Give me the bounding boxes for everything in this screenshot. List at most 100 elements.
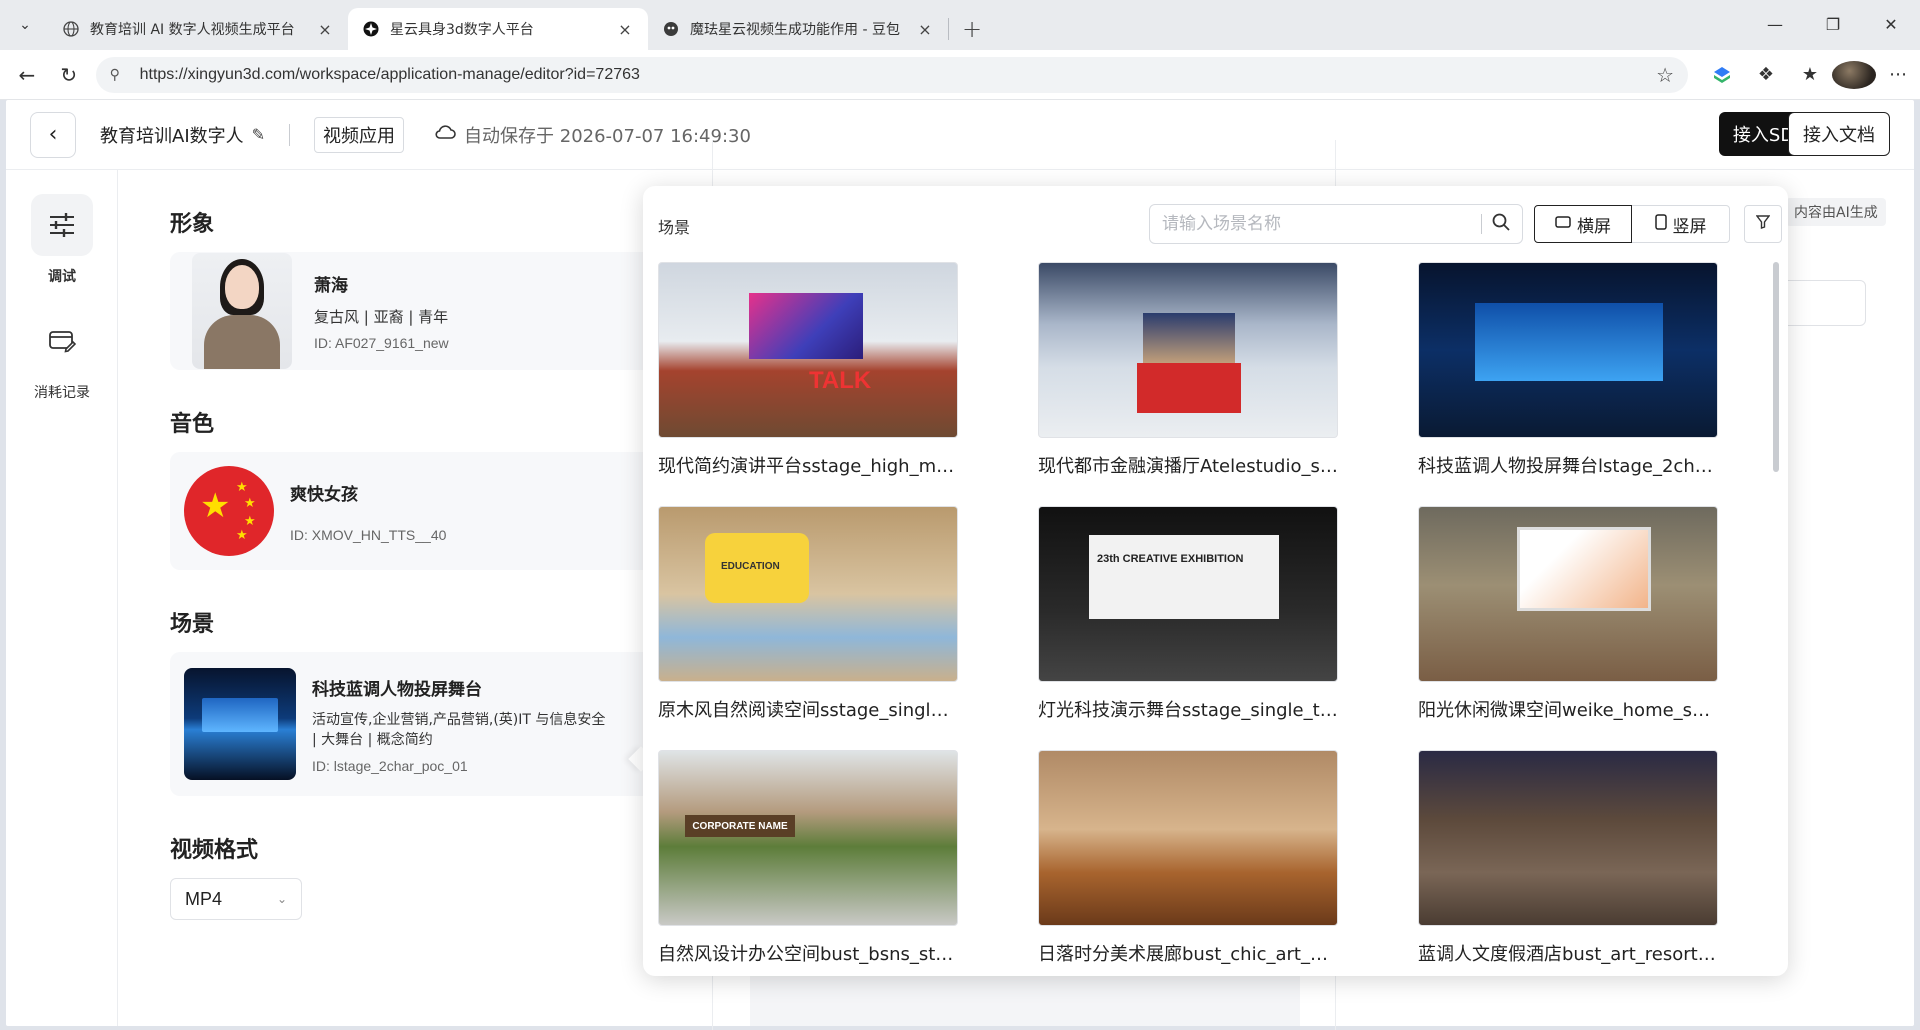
restore-icon[interactable]: ❐ bbox=[1804, 0, 1862, 48]
scene-option-image: EDUCATION bbox=[658, 506, 958, 682]
scene-name: 科技蓝调人物投屏舞台 bbox=[312, 679, 482, 700]
scene-meta: 活动宣传,企业营销,产品营销,(英)IT 与信息安全 | 大舞台 | 概念简约 bbox=[312, 711, 606, 748]
avatar-id: ID: AF027_9161_new bbox=[314, 335, 449, 351]
app-title-text: 教育培训AI数字人 bbox=[100, 125, 244, 147]
scene-option[interactable]: TALK 现代简约演讲平台sstage_high_mod... bbox=[658, 262, 958, 478]
scene-search-input[interactable] bbox=[1162, 214, 1471, 234]
scene-option-caption: 阳光休闲微课空间weike_home_sunl... bbox=[1418, 700, 1718, 721]
tab-separator bbox=[948, 18, 949, 40]
tab-title: 星云具身3d数字人平台 bbox=[390, 22, 534, 38]
scene-grid: TALK 现代简约演讲平台sstage_high_mod... 现代都市金融演播… bbox=[658, 262, 1768, 976]
close-icon[interactable]: × bbox=[316, 20, 334, 39]
back-nav-button[interactable]: ← bbox=[6, 56, 48, 94]
scene-option[interactable]: 阳光休闲微课空间weike_home_sunl... bbox=[1418, 506, 1718, 722]
scene-option-caption: 原木风自然阅读空间sstage_single_... bbox=[658, 700, 958, 721]
close-icon[interactable]: × bbox=[916, 20, 934, 39]
extension-copilot-icon[interactable] bbox=[1700, 66, 1744, 84]
more-icon[interactable]: ⋯ bbox=[1876, 64, 1920, 85]
section-title-voice: 音色 bbox=[170, 412, 215, 437]
ai-generated-chip: 内容由AI生成 bbox=[1786, 198, 1886, 226]
scene-option-caption: 自然风设计办公空间bust_bsns_stud... bbox=[658, 944, 958, 965]
url-text: https://xingyun3d.com/workspace/applicat… bbox=[139, 65, 640, 83]
scene-id: ID: lstage_2char_poc_01 bbox=[312, 757, 468, 774]
new-tab-button[interactable]: + bbox=[955, 12, 989, 46]
nav-item-usage[interactable]: 消耗记录 bbox=[6, 310, 118, 402]
search-icon[interactable] bbox=[1492, 213, 1522, 235]
scene-picker-popover: 场景 横屏 竖屏 TALK 现代简约 bbox=[643, 186, 1788, 976]
video-format-value: MP4 bbox=[185, 888, 223, 909]
avatar-name: 萧海 bbox=[314, 276, 348, 296]
scene-option[interactable]: EDUCATION 原木风自然阅读空间sstage_single_... bbox=[658, 506, 958, 722]
tab-title: 教育培训 AI 数字人视频生成平台 bbox=[90, 22, 295, 38]
site-info-icon[interactable]: ⚲ bbox=[110, 67, 130, 83]
favorites-icon[interactable]: ★ bbox=[1788, 64, 1832, 85]
avatar-meta: 复古风 | 亚裔 | 青年 bbox=[314, 308, 449, 326]
scene-option-image bbox=[1038, 750, 1338, 926]
doubao-icon bbox=[662, 20, 680, 38]
china-flag-icon: ★ ★ ★ ★ ★ bbox=[184, 466, 274, 556]
scene-option-image: CORPORATE NAME bbox=[658, 750, 958, 926]
left-nav: 调试 消耗记录 bbox=[6, 170, 118, 1026]
tab-list-button[interactable]: ⌄ bbox=[8, 8, 42, 42]
section-title-scene: 场景 bbox=[170, 612, 215, 637]
browser-tab-3[interactable]: 魔珐星云视频生成功能作用 - 豆包 × bbox=[648, 8, 948, 50]
section-title-format: 视频格式 bbox=[170, 838, 259, 863]
star-icon[interactable]: ☆ bbox=[1656, 63, 1674, 87]
nav-item-debug[interactable]: 调试 bbox=[6, 194, 118, 286]
url-field[interactable]: ⚲ https://xingyun3d.com/workspace/applic… bbox=[95, 56, 1688, 93]
browser-tab-2[interactable]: 星云具身3d数字人平台 × bbox=[348, 8, 648, 50]
scene-option-caption: 蓝调人文度假酒店bust_art_resort_01 bbox=[1418, 944, 1718, 965]
video-format-select[interactable]: MP4 ⌄ bbox=[170, 878, 302, 920]
avatar-card[interactable]: 萧海 复古风 | 亚裔 | 青年 ID: AF027_9161_new bbox=[170, 252, 670, 370]
scene-option[interactable]: 科技蓝调人物投屏舞台lstage_2char... bbox=[1418, 262, 1718, 478]
browser-tab-1[interactable]: 教育培训 AI 数字人视频生成平台 × bbox=[48, 8, 348, 50]
plus-icon: + bbox=[961, 15, 983, 43]
scene-option-image: TALK bbox=[658, 262, 958, 438]
scene-option-image bbox=[1418, 262, 1718, 438]
nav-item-label: 调试 bbox=[48, 269, 76, 285]
scene-screen-text: TALK bbox=[809, 367, 872, 394]
scene-option[interactable]: 日落时分美术展廊bust_chic_art_mu... bbox=[1038, 750, 1338, 966]
app-title: 教育培训AI数字人 ✎ bbox=[100, 122, 265, 148]
scene-option[interactable]: CORPORATE NAME 自然风设计办公空间bust_bsns_stud..… bbox=[658, 750, 958, 966]
app-type-tag[interactable]: 视频应用 bbox=[314, 116, 405, 153]
vertical-toggle[interactable]: 竖屏 bbox=[1632, 205, 1730, 243]
puzzle-icon[interactable]: ❖ bbox=[1744, 64, 1788, 85]
window-close-icon[interactable]: ✕ bbox=[1862, 0, 1920, 48]
filter-button[interactable] bbox=[1744, 205, 1782, 243]
voice-name: 爽快女孩 bbox=[290, 484, 358, 505]
profile-avatar[interactable] bbox=[1832, 60, 1876, 89]
scene-search bbox=[1149, 204, 1523, 244]
chevron-down-icon: ⌄ bbox=[276, 892, 287, 906]
scene-option-caption: 现代都市金融演播厅Atelestudio_si... bbox=[1038, 456, 1338, 477]
browser-address-bar: ← ↻ ⚲ https://xingyun3d.com/workspace/ap… bbox=[0, 50, 1920, 100]
scene-option[interactable]: 蓝调人文度假酒店bust_art_resort_01 bbox=[1418, 750, 1718, 966]
horizontal-toggle[interactable]: 横屏 bbox=[1534, 205, 1632, 243]
popover-header: 场景 横屏 竖屏 bbox=[643, 186, 1788, 246]
scene-option-caption: 科技蓝调人物投屏舞台lstage_2char... bbox=[1418, 456, 1718, 477]
scene-option-image bbox=[1038, 262, 1338, 438]
scene-grid-scrollbar[interactable] bbox=[1773, 262, 1779, 472]
scene-option[interactable]: 23th CREATIVE EXHIBITION 灯光科技演示舞台sstage_… bbox=[1038, 506, 1338, 722]
back-button[interactable]: ‹ bbox=[30, 111, 76, 158]
browser-toolbar: ❖ ★ ⋯ bbox=[1700, 60, 1920, 89]
avatar bbox=[1832, 60, 1876, 89]
chevron-down-icon: ⌄ bbox=[19, 17, 31, 33]
tab-title: 魔珐星云视频生成功能作用 - 豆包 bbox=[690, 22, 900, 38]
scene-screen-text: 23th CREATIVE EXHIBITION bbox=[1097, 553, 1244, 565]
browser-tab-bar: ⌄ 教育培训 AI 数字人视频生成平台 × 星云具身3d数字人平台 × 魔珐星云… bbox=[0, 0, 1920, 50]
scene-option-caption: 现代简约演讲平台sstage_high_mod... bbox=[658, 456, 958, 477]
scene-option-image bbox=[1418, 750, 1718, 926]
pencil-icon[interactable]: ✎ bbox=[252, 125, 265, 144]
scene-option[interactable]: 现代都市金融演播厅Atelestudio_si... bbox=[1038, 262, 1338, 478]
scene-card-selected[interactable]: 科技蓝调人物投屏舞台 活动宣传,企业营销,产品营销,(英)IT 与信息安全 | … bbox=[170, 652, 670, 796]
config-panel: 形象 萧海 复古风 | 亚裔 | 青年 ID: AF027_9161_new 音… bbox=[170, 170, 670, 920]
popover-title: 场景 bbox=[658, 218, 691, 237]
reload-icon: ↻ bbox=[60, 62, 78, 87]
voice-id: ID: XMOV_HN_TTS__40 bbox=[290, 526, 447, 543]
reload-button[interactable]: ↻ bbox=[48, 56, 90, 94]
close-icon[interactable]: × bbox=[616, 20, 634, 39]
doc-button[interactable]: 接入文档 bbox=[1788, 112, 1890, 156]
voice-card[interactable]: ★ ★ ★ ★ ★ 爽快女孩 ID: XMOV_HN_TTS__40 bbox=[170, 452, 670, 570]
minimize-icon[interactable]: — bbox=[1746, 0, 1804, 48]
